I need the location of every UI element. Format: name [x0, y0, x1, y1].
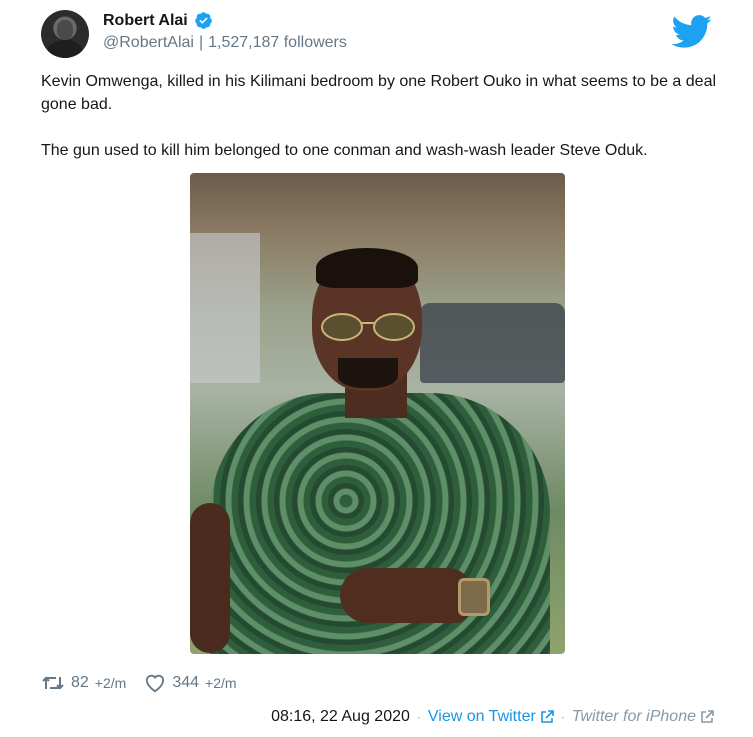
tweet-photo[interactable] [190, 173, 565, 654]
avatar-head [57, 20, 73, 40]
photo-arm [190, 503, 230, 653]
photo-watch [458, 578, 490, 616]
tweet-body: Kevin Omwenga, killed in his Kilimani be… [41, 70, 721, 162]
external-link-icon [540, 710, 554, 723]
source-link[interactable]: Twitter for iPhone [572, 708, 714, 726]
author-avatar[interactable] [41, 10, 89, 58]
retweet-icon [42, 676, 64, 690]
tweet-actions: 82 +2/m 344 +2/m [41, 673, 237, 693]
tweet-paragraph: Kevin Omwenga, killed in his Kilimani be… [41, 73, 717, 113]
retweet-action[interactable]: 82 +2/m [41, 674, 126, 692]
photo-background-car [420, 303, 565, 383]
view-on-twitter-label: View on Twitter [427, 708, 536, 725]
photo-hair [316, 248, 418, 288]
author-name-row: Robert Alai [103, 11, 213, 30]
retweet-rate: +2/m [94, 675, 127, 691]
footer-separator: · [560, 710, 565, 724]
photo-sunglasses [321, 313, 415, 341]
source-label: Twitter for iPhone [571, 708, 696, 725]
like-rate: +2/m [205, 675, 237, 691]
footer-separator: · [416, 710, 421, 724]
author-name[interactable]: Robert Alai [103, 12, 188, 30]
heart-icon [146, 674, 165, 693]
follower-count: 1,527,187 followers [208, 34, 347, 51]
photo-hand [340, 568, 470, 623]
like-count: 344 [172, 674, 200, 691]
author-handle[interactable]: @RobertAlai [103, 34, 194, 52]
photo-beard [338, 358, 398, 388]
photo-background-shape [190, 233, 260, 383]
author-handle-row: @RobertAlai | 1,527,187 followers [103, 34, 347, 52]
tweet-timestamp[interactable]: 08:16, 22 Aug 2020 [271, 708, 410, 726]
external-link-icon [701, 710, 714, 723]
handle-separator: | [198, 34, 204, 51]
tweet-paragraph: The gun used to kill him belonged to one… [41, 142, 648, 159]
tweet-footer: 08:16, 22 Aug 2020 · View on Twitter · T… [271, 708, 714, 726]
like-action[interactable]: 344 +2/m [144, 673, 237, 693]
avatar-shoulders [47, 40, 83, 58]
twitter-bird-icon[interactable] [671, 15, 713, 49]
view-on-twitter-link[interactable]: View on Twitter [428, 708, 554, 726]
retweet-count: 82 [71, 674, 89, 691]
verified-badge-icon [194, 12, 212, 29]
